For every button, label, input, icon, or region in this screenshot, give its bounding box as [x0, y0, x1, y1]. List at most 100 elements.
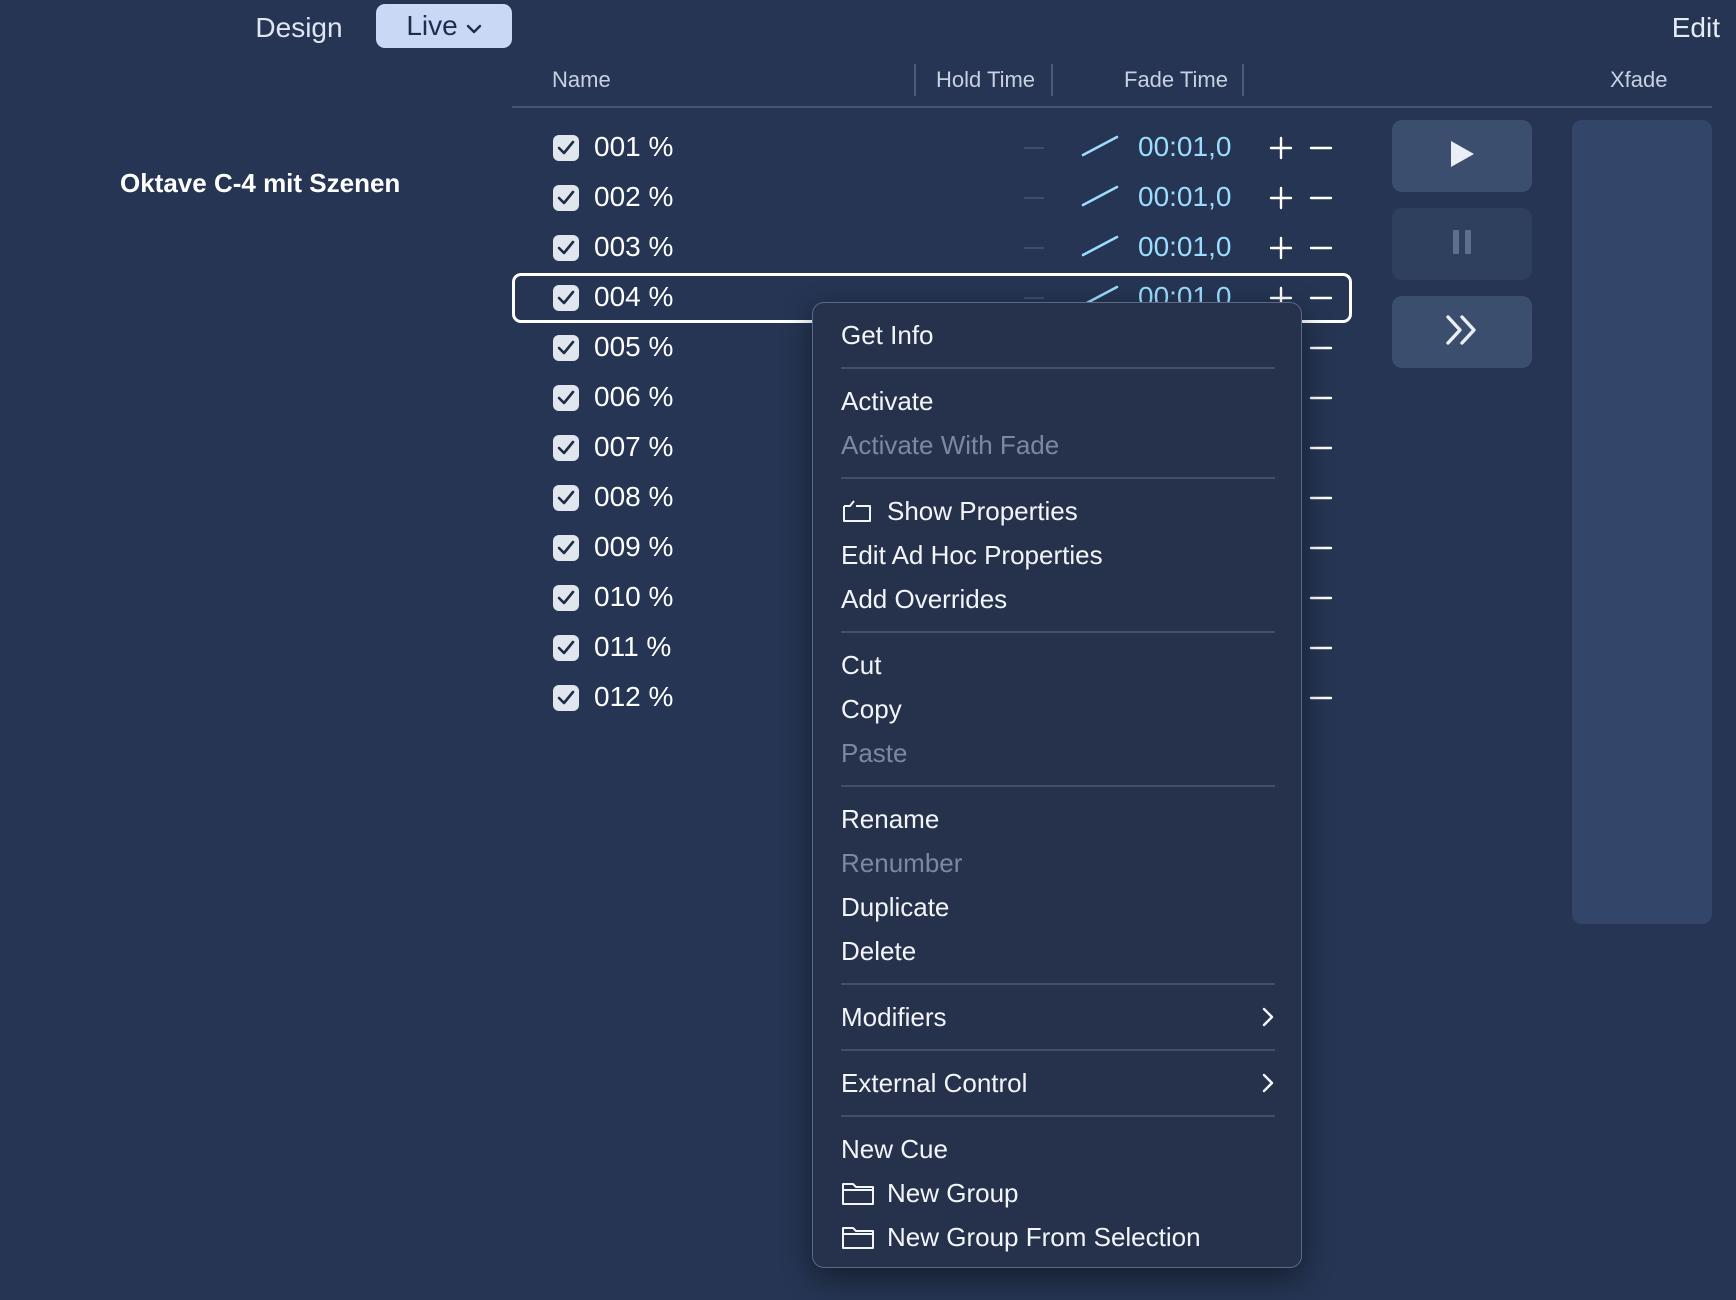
enabled-checkbox[interactable]: [553, 135, 579, 161]
menu-paste: Paste: [841, 738, 908, 768]
hold-time-empty: [1024, 197, 1044, 199]
menu-separator: [841, 785, 1275, 787]
column-header-hold-time[interactable]: Hold Time: [936, 64, 1035, 96]
hold-time-empty: [1024, 297, 1044, 299]
fade-curve-icon[interactable]: [1080, 233, 1120, 264]
skip-forward-button[interactable]: [1392, 296, 1532, 368]
menu-label: Modifiers: [841, 1002, 947, 1032]
cue-name: 006 %: [594, 381, 674, 412]
menu-label: New Group: [887, 1178, 1019, 1208]
pause-icon: [1451, 228, 1473, 261]
minus-icon[interactable]: [1308, 135, 1334, 166]
minus-icon[interactable]: [1308, 585, 1334, 616]
folder-icon: [841, 1217, 877, 1257]
menu-separator: [841, 367, 1275, 369]
enabled-checkbox[interactable]: [553, 185, 579, 211]
minus-icon[interactable]: [1308, 485, 1334, 516]
cue-name: 009 %: [594, 531, 674, 562]
cue-row[interactable]: 002 % 00:01,0: [512, 173, 1352, 223]
fade-curve-icon[interactable]: [1080, 183, 1120, 214]
enabled-checkbox[interactable]: [553, 235, 579, 261]
menu-show-properties[interactable]: Show Properties: [841, 491, 1078, 531]
menu-label: External Control: [841, 1068, 1028, 1098]
properties-icon: [841, 491, 877, 531]
plus-icon[interactable]: [1268, 135, 1294, 166]
fade-time-value[interactable]: 00:01,0: [1138, 181, 1231, 213]
enabled-checkbox[interactable]: [553, 385, 579, 411]
fade-time-value[interactable]: 00:01,0: [1138, 131, 1231, 163]
minus-icon[interactable]: [1308, 185, 1334, 216]
plus-icon[interactable]: [1268, 235, 1294, 266]
fade-curve-icon[interactable]: [1080, 133, 1120, 164]
column-divider: [914, 64, 916, 96]
menu-external-control[interactable]: External Control: [841, 1063, 1275, 1103]
minus-icon[interactable]: [1308, 385, 1334, 416]
enabled-checkbox[interactable]: [553, 335, 579, 361]
play-icon: [1448, 139, 1476, 174]
cue-name: 008 %: [594, 481, 674, 512]
enabled-checkbox[interactable]: [553, 685, 579, 711]
tab-design[interactable]: Design: [236, 8, 362, 48]
hold-time-empty: [1024, 247, 1044, 249]
chevron-down-icon: [466, 10, 482, 42]
minus-icon[interactable]: [1308, 435, 1334, 466]
cue-name: 011 %: [594, 631, 672, 662]
menu-separator: [841, 1115, 1275, 1117]
edit-button[interactable]: Edit: [1620, 8, 1720, 48]
enabled-checkbox[interactable]: [553, 285, 579, 311]
cue-name: 007 %: [594, 431, 674, 462]
minus-icon[interactable]: [1308, 535, 1334, 566]
cue-list-title: Oktave C-4 mit Szenen: [120, 168, 401, 198]
folder-icon: [841, 1173, 877, 1213]
menu-add-overrides[interactable]: Add Overrides: [841, 579, 1007, 619]
enabled-checkbox[interactable]: [553, 635, 579, 661]
minus-icon[interactable]: [1308, 235, 1334, 266]
cue-row[interactable]: 001 % 00:01,0: [512, 123, 1352, 173]
menu-new-group[interactable]: New Group: [841, 1173, 1019, 1213]
menu-delete[interactable]: Delete: [841, 931, 916, 971]
menu-separator: [841, 477, 1275, 479]
menu-separator: [841, 983, 1275, 985]
tab-live[interactable]: Live: [376, 4, 512, 48]
menu-renumber: Renumber: [841, 848, 963, 878]
cue-name: 002 %: [594, 181, 674, 212]
menu-cut[interactable]: Cut: [841, 645, 881, 685]
fade-time-value[interactable]: 00:01,0: [1138, 231, 1231, 263]
menu-new-group-from-selection[interactable]: New Group From Selection: [841, 1217, 1201, 1257]
menu-edit-ad-hoc-properties[interactable]: Edit Ad Hoc Properties: [841, 535, 1103, 575]
menu-copy[interactable]: Copy: [841, 689, 902, 729]
cue-name: 001 %: [594, 131, 674, 162]
menu-label: Show Properties: [887, 496, 1078, 526]
column-header-fade-time[interactable]: Fade Time: [1124, 64, 1228, 96]
minus-icon[interactable]: [1308, 685, 1334, 716]
header-divider: [512, 106, 1712, 108]
menu-modifiers[interactable]: Modifiers: [841, 997, 1275, 1037]
enabled-checkbox[interactable]: [553, 435, 579, 461]
minus-icon[interactable]: [1308, 335, 1334, 366]
live-tab-label: Live: [406, 10, 458, 41]
go-button[interactable]: [1392, 120, 1532, 192]
column-header-name[interactable]: Name: [552, 64, 611, 96]
enabled-checkbox[interactable]: [553, 585, 579, 611]
minus-icon[interactable]: [1308, 285, 1334, 316]
menu-rename[interactable]: Rename: [841, 799, 939, 839]
context-menu: Get Info Activate Activate With Fade Sho…: [812, 302, 1302, 1268]
menu-activate[interactable]: Activate: [841, 381, 934, 421]
double-chevron-right-icon: [1444, 314, 1480, 351]
cue-name: 004 %: [594, 281, 674, 312]
chevron-right-icon: [1261, 997, 1275, 1037]
column-header-xfade[interactable]: Xfade: [1610, 64, 1668, 96]
menu-new-cue[interactable]: New Cue: [841, 1129, 948, 1169]
menu-duplicate[interactable]: Duplicate: [841, 887, 949, 927]
menu-get-info[interactable]: Get Info: [841, 315, 934, 355]
cue-row[interactable]: 003 % 00:01,0: [512, 223, 1352, 273]
plus-icon[interactable]: [1268, 185, 1294, 216]
enabled-checkbox[interactable]: [553, 535, 579, 561]
enabled-checkbox[interactable]: [553, 485, 579, 511]
menu-separator: [841, 1049, 1275, 1051]
minus-icon[interactable]: [1308, 635, 1334, 666]
xfade-panel[interactable]: [1572, 120, 1712, 924]
cue-name: 005 %: [594, 331, 674, 362]
menu-activate-with-fade: Activate With Fade: [841, 430, 1060, 460]
pause-button[interactable]: [1392, 208, 1532, 280]
